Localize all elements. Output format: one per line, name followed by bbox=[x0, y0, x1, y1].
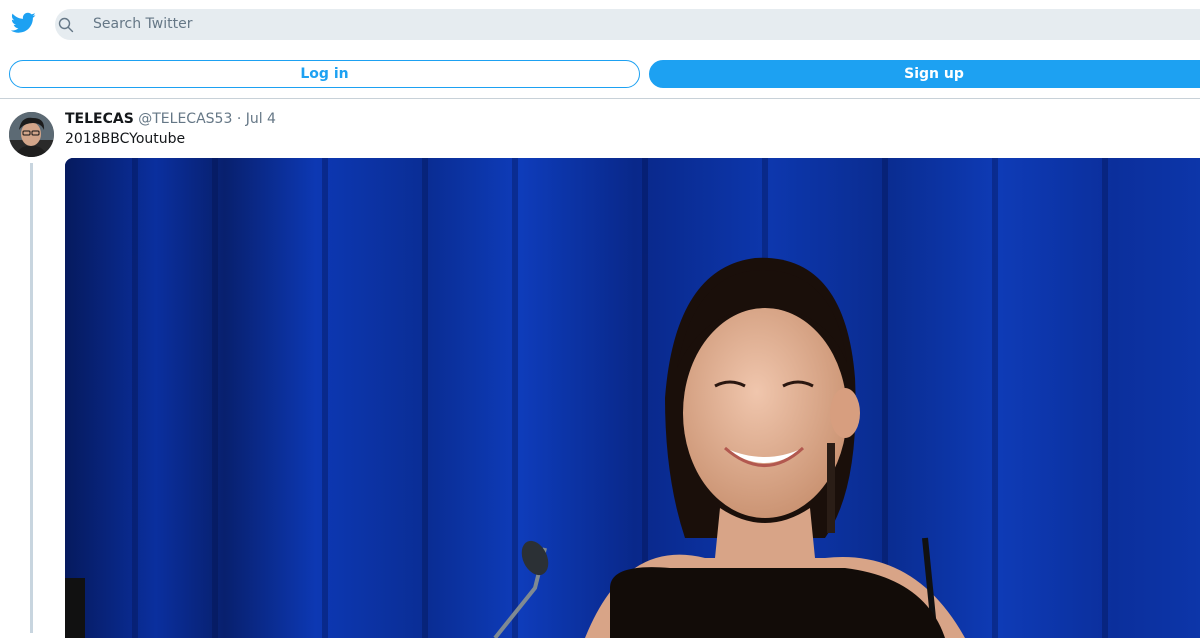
signup-button[interactable]: Sign up bbox=[649, 60, 1200, 88]
search-icon bbox=[58, 17, 74, 33]
tweet-header: TELECAS @TELECAS53 · Jul 4 bbox=[65, 110, 276, 128]
search-placeholder: Search Twitter bbox=[93, 16, 193, 32]
tweet-media-image[interactable] bbox=[65, 158, 1200, 638]
separator: · bbox=[236, 111, 242, 127]
tweet-timestamp[interactable]: Jul 4 bbox=[246, 111, 276, 127]
avatar[interactable] bbox=[9, 112, 54, 157]
user-handle[interactable]: @TELECAS53 bbox=[138, 111, 232, 127]
thread-line bbox=[30, 163, 33, 633]
speaker-photo bbox=[65, 158, 1200, 638]
top-bar: Search Twitter bbox=[0, 0, 1200, 48]
twitter-bird-icon[interactable] bbox=[11, 12, 36, 34]
display-name[interactable]: TELECAS bbox=[65, 111, 134, 127]
search-input[interactable]: Search Twitter bbox=[55, 9, 1200, 40]
login-button[interactable]: Log in bbox=[9, 60, 640, 88]
tweet[interactable]: TELECAS @TELECAS53 · Jul 4 2018BBCYoutub… bbox=[0, 99, 1200, 638]
tweet-text: 2018BBCYoutube bbox=[65, 131, 186, 147]
